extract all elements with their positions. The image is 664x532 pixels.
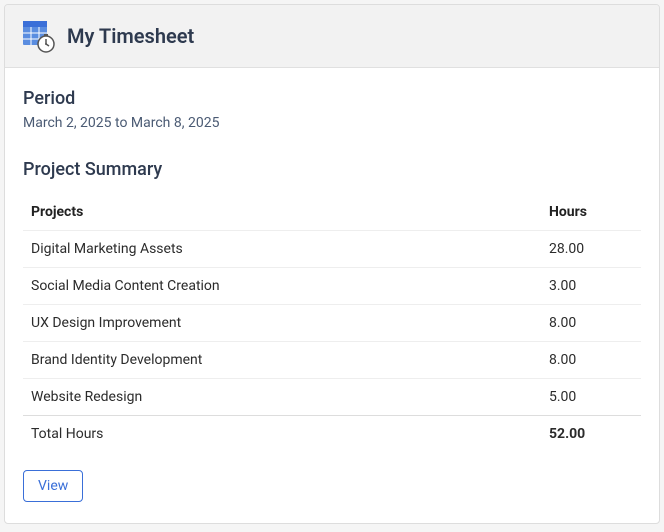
total-row: Total Hours 52.00 (23, 416, 641, 453)
table-row: Website Redesign5.00 (23, 379, 641, 416)
total-hours: 52.00 (541, 416, 641, 453)
table-row: Digital Marketing Assets28.00 (23, 231, 641, 268)
table-row: Brand Identity Development8.00 (23, 342, 641, 379)
project-hours: 3.00 (541, 268, 641, 305)
col-header-hours: Hours (541, 194, 641, 231)
summary-title: Project Summary (23, 159, 641, 180)
total-label: Total Hours (23, 416, 541, 453)
project-name: Website Redesign (23, 379, 541, 416)
table-row: Social Media Content Creation3.00 (23, 268, 641, 305)
card-body: Period March 2, 2025 to March 8, 2025 Pr… (5, 68, 659, 522)
project-name: UX Design Improvement (23, 305, 541, 342)
project-hours: 8.00 (541, 305, 641, 342)
period-text: March 2, 2025 to March 8, 2025 (23, 115, 641, 131)
project-hours: 28.00 (541, 231, 641, 268)
project-name: Digital Marketing Assets (23, 231, 541, 268)
view-button[interactable]: View (23, 470, 83, 502)
table-row: UX Design Improvement8.00 (23, 305, 641, 342)
project-name: Social Media Content Creation (23, 268, 541, 305)
timesheet-card: My Timesheet Period March 2, 2025 to Mar… (4, 4, 660, 524)
col-header-projects: Projects (23, 194, 541, 231)
card-title: My Timesheet (67, 24, 194, 48)
project-name: Brand Identity Development (23, 342, 541, 379)
timesheet-icon (21, 19, 55, 53)
project-hours: 8.00 (541, 342, 641, 379)
project-hours: 5.00 (541, 379, 641, 416)
period-label: Period (23, 88, 641, 109)
summary-table: Projects Hours Digital Marketing Assets2… (23, 194, 641, 452)
card-header: My Timesheet (5, 5, 659, 68)
